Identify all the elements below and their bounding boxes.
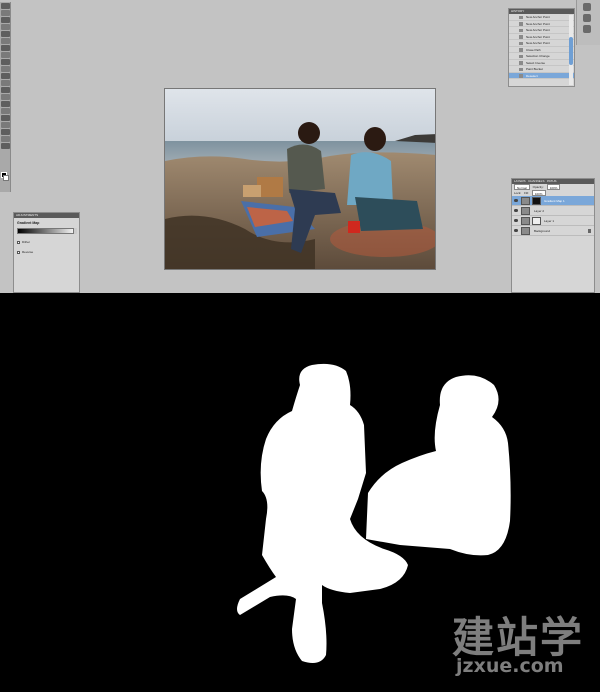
color-panel-icon[interactable] [583,14,591,22]
man-silhouette [366,375,511,556]
layer-row-background[interactable]: Background [512,226,594,236]
layer-thumb-icon [521,227,530,235]
history-scrollbar[interactable] [569,15,573,85]
gradient-tool-icon[interactable] [1,80,10,86]
healing-tool-icon[interactable] [1,45,10,51]
brush-panel-icon[interactable] [583,25,591,33]
lasso-tool-icon[interactable] [1,17,10,23]
dither-label: Dither [22,240,31,244]
dodge-tool-icon[interactable] [1,94,10,100]
eye-icon[interactable] [514,199,518,202]
dither-option[interactable]: Dither [17,240,79,244]
layer-name: Gradient Map 1 [544,199,565,203]
eraser-tool-icon[interactable] [1,73,10,79]
navigator-panel-icon[interactable] [583,3,591,11]
adjustments-panel[interactable]: ADJUSTMENTS Gradient Map Dither Reverse [13,212,80,293]
shape-tool-icon[interactable] [1,122,10,128]
gradient-picker[interactable] [17,228,77,234]
path-select-tool-icon[interactable] [1,115,10,121]
type-tool-icon[interactable] [1,108,10,114]
background-color-swatch[interactable] [3,175,9,181]
adjustment-thumb-icon [521,197,530,205]
watermark-url: jzxue.com [456,655,564,677]
dither-checkbox[interactable] [17,240,20,244]
layer-row-gradient-map[interactable]: Gradient Map 1 [512,196,594,206]
collapsed-panels-bar[interactable] [576,0,600,45]
tab-layers[interactable]: LAYERS [514,179,526,183]
stamp-tool-icon[interactable] [1,59,10,65]
layer-thumb-icon [521,207,530,215]
man-blanket [355,197,423,231]
woman-head [298,122,320,144]
layer-row-layer-1[interactable]: Layer 1 [512,216,594,226]
toolbox[interactable] [0,2,11,192]
reverse-option[interactable]: Reverse [17,250,79,254]
3d-tool-icon[interactable] [1,129,10,135]
layer-name: Layer 1 [544,219,555,223]
layers-panel[interactable]: LAYERS CHANNELS PATHS Normal Opacity: 10… [511,178,595,293]
mask-thumb-icon [532,217,541,225]
photo-canvas [165,89,435,269]
woman-body [287,144,325,193]
site-watermark: 建站学 jzxue.com [452,600,592,682]
tab-channels[interactable]: CHANNELS [528,179,544,183]
pen-tool-icon[interactable] [1,101,10,107]
man-head [364,127,386,151]
eye-icon[interactable] [514,229,518,232]
document-window[interactable] [164,88,436,270]
blur-tool-icon[interactable] [1,87,10,93]
opacity-field[interactable]: 100% [546,184,561,190]
layer-row-layer-2[interactable]: Layer 2 [512,206,594,216]
move-tool-icon[interactable] [1,3,10,9]
lock-icon [588,229,591,233]
eye-icon[interactable] [514,209,518,212]
tab-paths[interactable]: PATHS [547,179,557,183]
history-panel[interactable]: HISTORY New Anchor Point New Anchor Point… [508,8,575,87]
history-list[interactable]: New Anchor Point New Anchor Point New Anch… [509,14,574,79]
man-body [347,152,393,205]
hand-tool-icon[interactable] [1,136,10,142]
photoshop-workspace: HISTORY New Anchor Point New Anchor Point… [0,0,600,293]
zoom-tool-icon[interactable] [1,143,10,149]
reverse-checkbox[interactable] [17,250,20,254]
history-scroll-thumb[interactable] [569,37,573,65]
eyedropper-tool-icon[interactable] [1,38,10,44]
reverse-label: Reverse [22,250,34,254]
history-brush-tool-icon[interactable] [1,66,10,72]
mask-thumb-icon [532,197,541,205]
layer-name: Background [534,229,551,233]
quick-select-tool-icon[interactable] [1,24,10,30]
gradient-dropdown-icon[interactable] [73,228,77,234]
red-cup [348,221,360,233]
brush-tool-icon[interactable] [1,52,10,58]
crop-tool-icon[interactable] [1,31,10,37]
layer-thumb-icon [521,217,530,225]
adjustment-name: Gradient Map [17,221,40,225]
history-item[interactable]: Deselect [509,72,574,79]
marquee-tool-icon[interactable] [1,10,10,16]
layer-name: Layer 2 [534,209,545,213]
eye-icon[interactable] [514,219,518,222]
